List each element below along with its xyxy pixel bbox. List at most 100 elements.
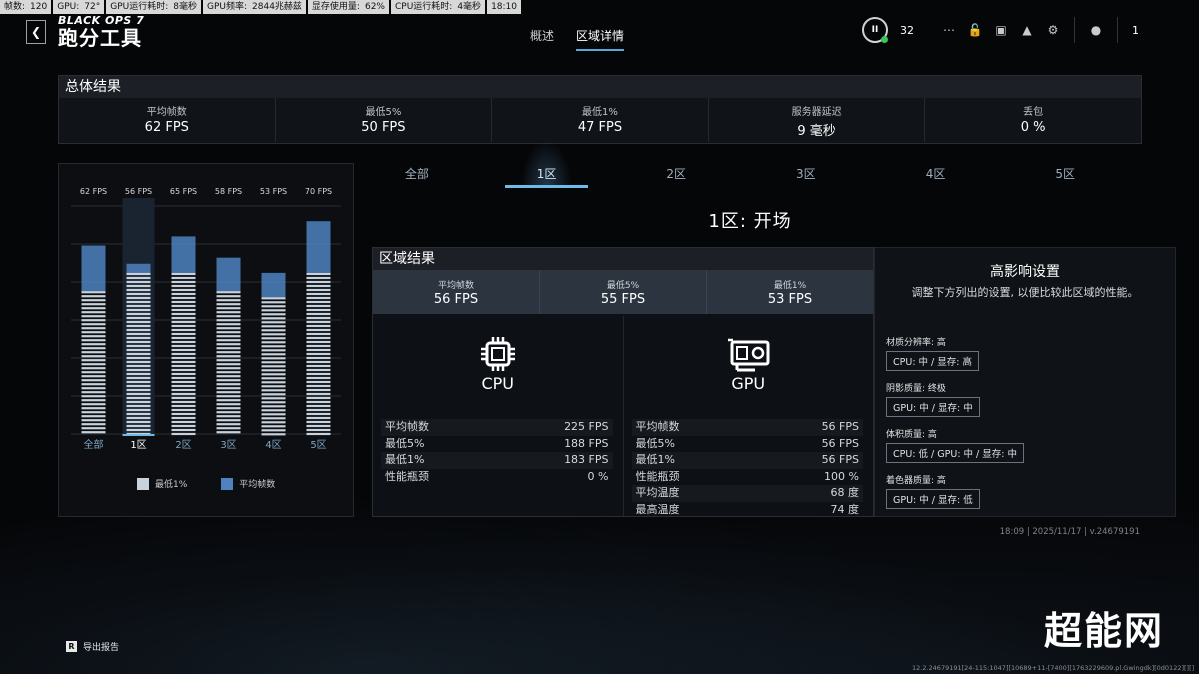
bar-stripe — [306, 312, 331, 316]
bar-stripe — [216, 311, 241, 314]
gpu-stats: 平均帧数 56 FPS 最低5% 56 FPS 最低1% 56 FPS 性能瓶颈 100… — [631, 419, 863, 518]
bar-low1-fps[interactable] — [81, 291, 106, 434]
bar-stripe — [171, 272, 196, 276]
bar-stripe — [81, 311, 106, 314]
bar-stripe — [171, 412, 196, 416]
bar-stripe — [126, 300, 151, 304]
zone-axis-label[interactable]: 3区 — [220, 439, 236, 451]
bar-avg-fps[interactable] — [81, 245, 106, 292]
gear-icon[interactable]: ⚙ — [1040, 23, 1066, 37]
setting-texture-resolution: 材质分辨率: 高 CPU: 中 / 显存: 高 — [886, 335, 979, 371]
setting-shadow-quality: 阴影质量: 终极 GPU: 中 / 显存: 中 — [886, 381, 980, 417]
tab-zone-details[interactable]: 区域详情 — [576, 27, 625, 51]
bar-avg-fps[interactable] — [306, 221, 331, 273]
bar-stripe — [306, 336, 331, 340]
chart-legend: 最低1% 平均帧数 — [137, 477, 275, 490]
bar-stripe — [261, 337, 286, 340]
bar-stripe — [126, 332, 151, 336]
bar-stripe — [81, 307, 106, 310]
gpu-stat-row: 平均温度 68 度 — [631, 485, 863, 502]
setting-label: 阴影质量: 终极 — [886, 384, 946, 394]
zone-axis-label[interactable]: 4区 — [265, 439, 281, 451]
bar-stripe — [306, 304, 331, 308]
bar-stripe — [261, 365, 286, 368]
bar-stripe — [81, 387, 106, 390]
bar-stripe — [171, 276, 196, 280]
bar-stripe — [306, 360, 331, 364]
online-status-dot — [881, 36, 888, 43]
bar-stripe — [216, 423, 241, 426]
legend-swatch — [137, 477, 149, 490]
bar-stripe — [81, 319, 106, 322]
camera-icon[interactable]: ▣ — [988, 23, 1014, 37]
overall-stat: 平均帧数 62 FPS — [59, 98, 276, 142]
zone-tab-4[interactable]: 4区 — [871, 160, 1001, 188]
bar-stripe — [126, 420, 151, 424]
bar-stripe — [171, 364, 196, 368]
bar-stripe — [216, 419, 241, 422]
zone-axis-label[interactable]: 1区 — [130, 439, 146, 451]
bar-stripe — [81, 419, 106, 422]
zone-axis-label[interactable]: 全部 — [84, 438, 104, 451]
bar-stripe — [171, 424, 196, 428]
party-icon[interactable]: ● — [1083, 23, 1109, 37]
bar-stripe — [261, 309, 286, 312]
bar-low1-fps[interactable] — [306, 272, 331, 436]
bar-stripe — [306, 428, 331, 432]
bar-avg-fps[interactable] — [261, 272, 286, 298]
zone-fps-chart-panel: 62 FPS 全部 56 FPS 1区 65 FPS 2区 58 FPS 3区 53 FPS 4区… — [58, 163, 354, 517]
setting-impact-box: CPU: 中 / 显存: 高 — [886, 351, 979, 371]
cpu-stat-row: 平均帧数 225 FPS — [381, 419, 613, 436]
lock-icon[interactable]: 🔓 — [962, 23, 988, 37]
bar-top-label: 70 FPS — [305, 187, 332, 196]
bell-icon[interactable]: ▲ — [1014, 23, 1040, 37]
zone-fps-chart: 62 FPS 全部 56 FPS 1区 65 FPS 2区 58 FPS 3区 53 FPS 4区… — [71, 187, 341, 451]
hardware-columns: CPU 平均帧数 225 FPS 最低5% 188 FPS 最低1% 183 FPS … — [373, 316, 873, 516]
zone-tab-5[interactable]: 5区 — [1000, 160, 1130, 188]
version-info: 18:09 | 2025/11/17 | v.24679191 — [999, 527, 1140, 537]
selected-zone-underline — [122, 434, 155, 436]
tab-overview[interactable]: 概述 — [530, 27, 554, 51]
bar-stripe — [81, 375, 106, 378]
bar-low1-fps[interactable] — [171, 272, 196, 436]
bar-stripe — [306, 280, 331, 284]
bar-stripe — [216, 395, 241, 398]
grid-icon[interactable]: ⋯ — [936, 23, 962, 37]
bar-stripe — [171, 376, 196, 380]
setting-impact-box: GPU: 中 / 显存: 中 — [886, 397, 980, 417]
zone-tab-1[interactable]: 1区 — [482, 140, 612, 188]
stat-value: 0 % — [1020, 120, 1046, 135]
rank-badge[interactable]: II — [862, 17, 888, 43]
export-report-button[interactable]: R 导出报告 — [66, 640, 119, 653]
bar-avg-fps[interactable] — [171, 236, 196, 273]
zone-axis-label[interactable]: 5区 — [310, 439, 326, 451]
bar-stripe — [126, 352, 151, 356]
stat-label: 服务器延迟 — [791, 107, 842, 118]
build-string: 12.2.24679191[24-115:1047][10689+11-[740… — [912, 664, 1195, 672]
stat-value: 9 毫秒 — [797, 124, 836, 139]
bar-low1-fps[interactable] — [261, 297, 286, 436]
bar-stripe — [171, 404, 196, 408]
bar-low1-fps[interactable] — [216, 291, 241, 434]
zone-title: 1区: 开场 — [708, 211, 792, 232]
bar-avg-fps[interactable] — [126, 263, 151, 273]
setting-label: 着色器质量: 高 — [886, 476, 946, 486]
perf-label: GPU运行耗时: — [110, 2, 169, 12]
bar-avg-fps[interactable] — [216, 257, 241, 292]
perf-label: CPU运行耗时: — [394, 2, 453, 12]
bar-stripe — [261, 405, 286, 408]
stat-value: 53 FPS — [767, 292, 813, 307]
zone-tab-all[interactable]: 全部 — [352, 160, 482, 188]
bar-stripe — [216, 343, 241, 346]
bar-low1-fps[interactable] — [126, 272, 151, 436]
zone-tab-2[interactable]: 2区 — [611, 160, 741, 188]
bar-stripe — [216, 407, 241, 410]
zone-stat: 最低1% 53 FPS — [707, 270, 873, 314]
zone-tab-3[interactable]: 3区 — [741, 160, 871, 188]
zone-axis-label[interactable]: 2区 — [175, 439, 191, 451]
back-button[interactable]: ❮ — [26, 20, 46, 44]
bar-stripe — [261, 305, 286, 308]
bar-stripe — [216, 315, 241, 318]
bar-stripe — [126, 280, 151, 284]
stat-value: 188 FPS — [564, 436, 609, 450]
